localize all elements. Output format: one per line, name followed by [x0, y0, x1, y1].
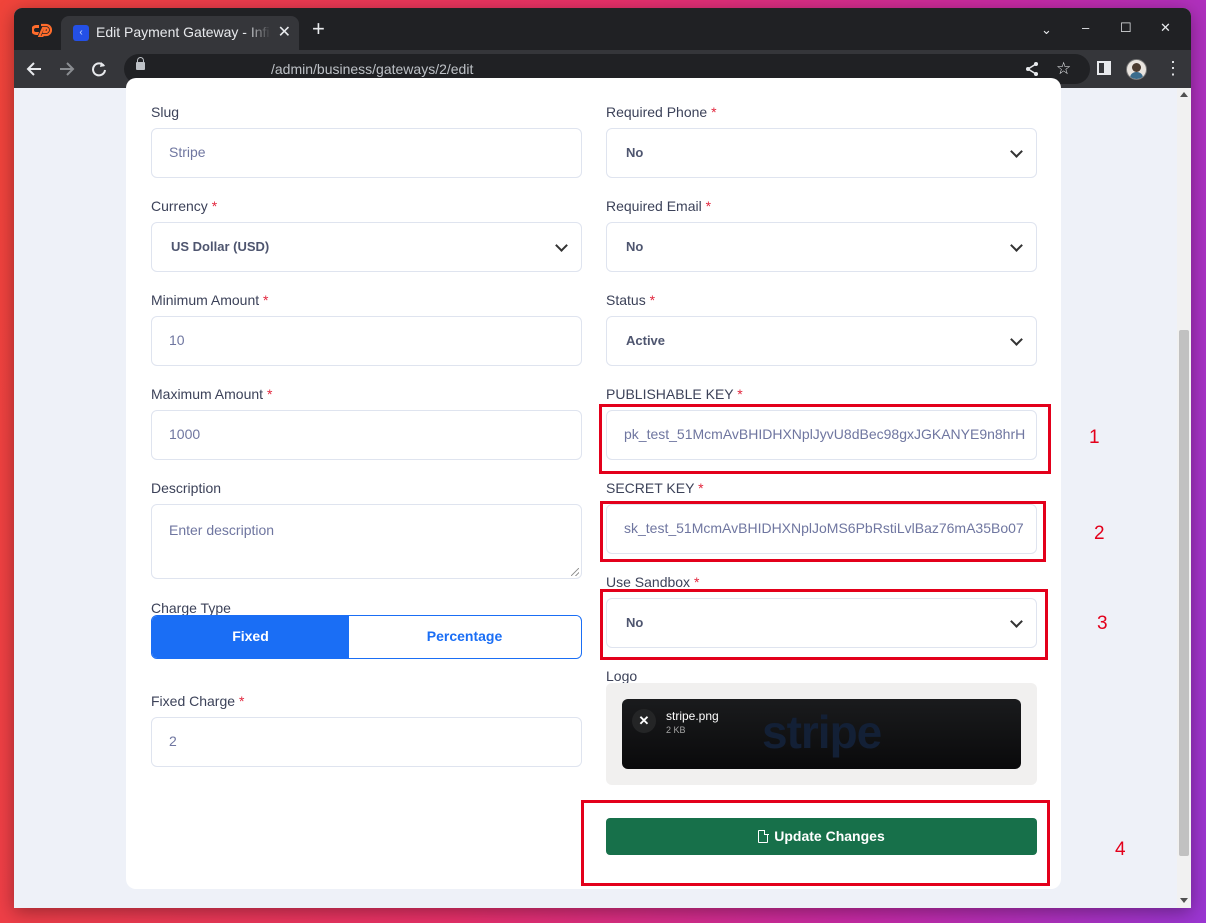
status-label: Status * [606, 292, 656, 308]
publishable-key-label: PUBLISHABLE KEY * [606, 386, 743, 402]
required-phone-label: Required Phone * [606, 104, 717, 120]
page-viewport: Slug Stripe Currency * US Dollar (USD) M… [14, 78, 1191, 908]
logo-label: Logo [606, 668, 638, 684]
required-phone-select[interactable]: No [606, 128, 1037, 178]
cpanel-icon[interactable] [32, 23, 52, 37]
reload-icon[interactable] [91, 61, 107, 77]
file-name: stripe.png [666, 709, 719, 723]
logo-file-preview: stripe ✕ stripe.png 2 KB [622, 699, 1021, 769]
annotation-box-1 [599, 404, 1051, 474]
currency-select[interactable]: US Dollar (USD) [151, 222, 582, 272]
required-email-label: Required Email * [606, 198, 712, 214]
description-placeholder: Enter description [169, 522, 275, 538]
chevron-down-icon [1010, 145, 1023, 158]
currency-label: Currency * [151, 198, 218, 214]
logo-preview-image: stripe [762, 706, 882, 758]
charge-type-percentage-button[interactable]: Percentage [349, 616, 580, 658]
charge-type-fixed-button[interactable]: Fixed [152, 616, 349, 658]
scroll-down-icon[interactable] [1180, 898, 1188, 903]
page-scrollbar[interactable] [1177, 88, 1191, 908]
kebab-menu-icon[interactable]: ⋮ [1164, 58, 1182, 78]
logo-upload-area[interactable]: stripe ✕ stripe.png 2 KB [606, 683, 1037, 785]
annotation-number-3: 3 [1097, 613, 1108, 634]
annotation-box-4 [581, 800, 1050, 886]
maximum-amount-input[interactable]: 1000 [151, 410, 582, 460]
annotation-box-2 [600, 501, 1046, 562]
minimize-icon[interactable]: – [1082, 20, 1089, 35]
profile-avatar[interactable] [1126, 59, 1147, 80]
annotation-number-2: 2 [1094, 523, 1105, 544]
annotation-box-3 [600, 589, 1048, 660]
secret-key-label: SECRET KEY * [606, 480, 704, 496]
back-icon[interactable] [26, 61, 42, 77]
form-card: Slug Stripe Currency * US Dollar (USD) M… [126, 78, 1061, 889]
lock-icon[interactable] [136, 57, 145, 70]
bookmark-star-icon[interactable]: ☆ [1056, 59, 1071, 79]
file-size: 2 KB [666, 725, 686, 735]
close-window-icon[interactable]: ✕ [1160, 20, 1171, 36]
fixed-charge-input[interactable]: 2 [151, 717, 582, 767]
status-value: Active [626, 333, 666, 348]
chevron-down-icon [555, 239, 568, 252]
maximum-amount-label: Maximum Amount * [151, 386, 273, 402]
scroll-up-icon[interactable] [1180, 92, 1188, 97]
minimum-amount-input[interactable]: 10 [151, 316, 582, 366]
slug-input[interactable]: Stripe [151, 128, 582, 178]
remove-file-icon[interactable]: ✕ [632, 709, 656, 733]
annotation-number-1: 1 [1089, 427, 1100, 448]
description-label: Description [151, 480, 222, 496]
tab-title: Edit Payment Gateway - Infinity [96, 24, 271, 40]
tab-active[interactable]: ‹ Edit Payment Gateway - Infinity ✕ [61, 16, 299, 50]
required-email-value: No [626, 239, 644, 254]
chevron-down-icon [1010, 239, 1023, 252]
charge-type-label: Charge Type [151, 600, 231, 616]
url-text[interactable]: /admin/business/gateways/2/edit [271, 61, 473, 77]
forward-icon[interactable] [59, 61, 75, 77]
tab-close-icon[interactable]: ✕ [278, 22, 291, 42]
share-icon[interactable] [1024, 61, 1040, 77]
charge-type-toggle: Fixed Percentage [151, 615, 582, 659]
annotation-number-4: 4 [1115, 839, 1126, 860]
required-phone-value: No [626, 145, 644, 160]
use-sandbox-label: Use Sandbox * [606, 574, 700, 590]
new-tab-button[interactable]: + [312, 18, 325, 40]
resize-handle-icon[interactable] [571, 568, 579, 576]
tab-strip: ‹ Edit Payment Gateway - Infinity ✕ + ⌄ … [14, 8, 1191, 50]
status-select[interactable]: Active [606, 316, 1037, 366]
side-panel-icon[interactable] [1097, 61, 1111, 75]
currency-value: US Dollar (USD) [171, 239, 270, 254]
tab-search-icon[interactable]: ⌄ [1041, 22, 1052, 38]
minimum-amount-label: Minimum Amount * [151, 292, 269, 308]
scrollbar-thumb[interactable] [1179, 330, 1189, 856]
site-favicon-icon: ‹ [73, 25, 89, 41]
maximize-icon[interactable]: ☐ [1120, 20, 1132, 36]
description-textarea[interactable]: Enter description [151, 504, 582, 579]
chevron-down-icon [1010, 333, 1023, 346]
fixed-charge-label: Fixed Charge * [151, 693, 245, 709]
required-email-select[interactable]: No [606, 222, 1037, 272]
slug-label: Slug [151, 104, 180, 120]
